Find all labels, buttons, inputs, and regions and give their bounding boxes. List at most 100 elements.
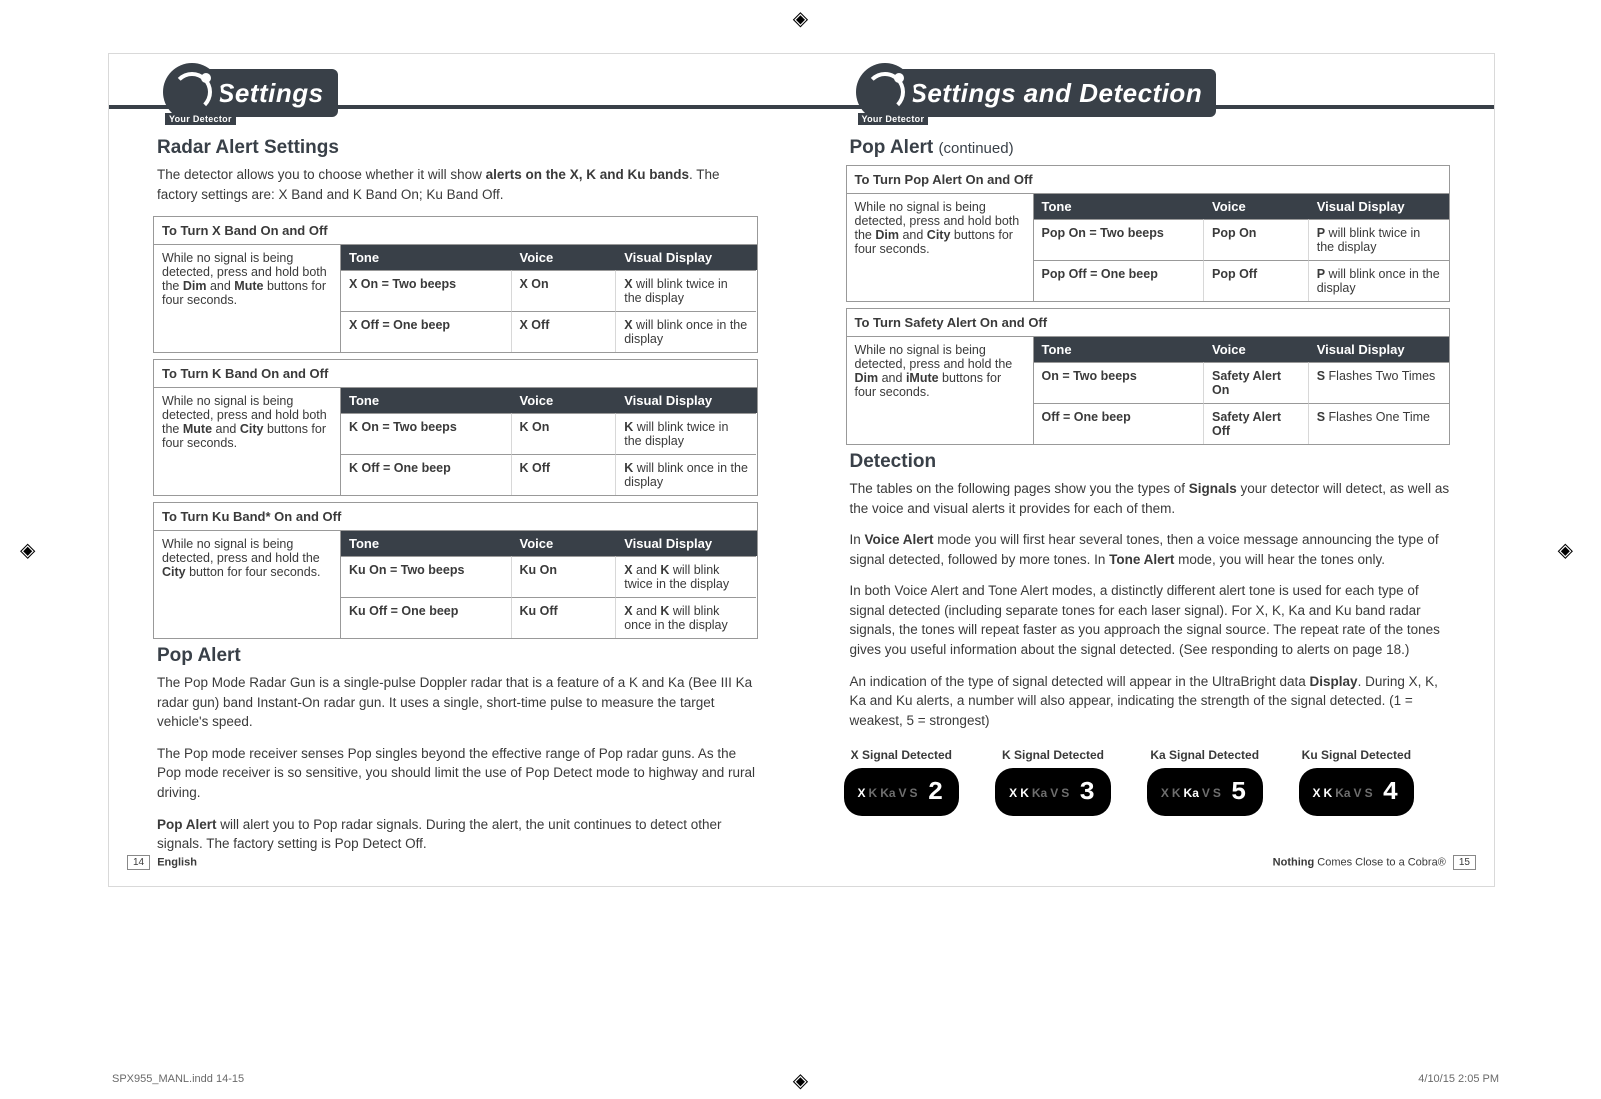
cell-display: K will blink twice in the display (616, 413, 756, 454)
cell-voice: X Off (512, 311, 617, 352)
col-head-display: Visual Display (616, 531, 756, 556)
table-instruction: While no signal is being detected, press… (154, 245, 341, 352)
pop-alert-heading: Pop Alert (157, 645, 764, 667)
col-head-display: Visual Display (616, 245, 756, 270)
col-head-tone: Tone (341, 531, 512, 556)
setting-table: To Turn X Band On and OffWhile no signal… (153, 216, 758, 353)
banner-title-right: Settings and Detection (910, 78, 1203, 109)
signal-chip: XKKaVS5 (1147, 768, 1263, 816)
signal-example: K Signal Detected XKKaVS3 (995, 748, 1111, 816)
crop-mark-top: ◈ (793, 6, 808, 31)
signal-chip: XKKaVS2 (844, 768, 960, 816)
col-head-tone: Tone (341, 245, 512, 270)
table-caption: To Turn X Band On and Off (154, 217, 757, 244)
page-spread: Your Detector Settings Radar Alert Setti… (108, 53, 1495, 887)
col-head-display: Visual Display (1309, 194, 1449, 219)
cell-tone: X On = Two beeps (341, 270, 512, 311)
cell-voice: Ku Off (512, 597, 617, 638)
cell-display: X will blink twice in the display (616, 270, 756, 311)
cell-display: S Flashes Two Times (1309, 362, 1449, 403)
cell-tone: Off = One beep (1034, 403, 1205, 444)
cell-voice: Ku On (512, 556, 617, 597)
cell-tone: Pop On = Two beeps (1034, 219, 1205, 260)
signal-examples-row: X Signal Detected XKKaVS2 K Signal Detecte… (844, 748, 1457, 816)
crop-mark-left: ◈ (20, 537, 35, 562)
cell-display: P will blink once in the display (1309, 260, 1449, 301)
radar-alert-heading: Radar Alert Settings (157, 137, 764, 159)
radar-alert-intro: The detector allows you to choose whethe… (157, 165, 764, 204)
banner-title-left: Settings (217, 78, 324, 109)
cell-voice: K Off (512, 454, 617, 495)
detection-p2: In Voice Alert mode you will first hear … (850, 530, 1457, 569)
cell-display: X and K will blink twice in the display (616, 556, 756, 597)
detection-p1: The tables on the following pages show y… (850, 479, 1457, 518)
cell-display: S Flashes One Time (1309, 403, 1449, 444)
signal-label: Ka Signal Detected (1147, 748, 1263, 762)
table-instruction: While no signal is being detected, press… (154, 388, 341, 495)
cell-voice: X On (512, 270, 617, 311)
pop-alert-p2: The Pop mode receiver senses Pop singles… (157, 744, 764, 803)
page-right: Your Detector Settings and Detection Pop… (802, 54, 1495, 886)
signal-strength-number: 4 (1383, 777, 1401, 807)
cell-display: K will blink once in the display (616, 454, 756, 495)
setting-table: To Turn Ku Band* On and OffWhile no sign… (153, 502, 758, 639)
cell-tone: K On = Two beeps (341, 413, 512, 454)
banner-left: Your Detector Settings (109, 69, 802, 119)
cell-display: X and K will blink once in the display (616, 597, 756, 638)
col-head-voice: Voice (512, 531, 617, 556)
signal-example: Ka Signal Detected XKKaVS5 (1147, 748, 1263, 816)
setting-table: To Turn Safety Alert On and OffWhile no … (846, 308, 1451, 445)
table-caption: To Turn Ku Band* On and Off (154, 503, 757, 530)
your-detector-label: Your Detector (858, 113, 929, 125)
col-head-voice: Voice (1204, 337, 1309, 362)
cell-display: X will blink once in the display (616, 311, 756, 352)
cell-voice: Pop On (1204, 219, 1309, 260)
cell-tone: Pop Off = One beep (1034, 260, 1205, 301)
signal-chip: XKKaVS3 (995, 768, 1111, 816)
detection-heading: Detection (850, 451, 1457, 473)
col-head-tone: Tone (341, 388, 512, 413)
your-detector-label: Your Detector (165, 113, 236, 125)
cell-tone: K Off = One beep (341, 454, 512, 495)
imprint-date: 4/10/15 2:05 PM (1418, 1073, 1499, 1085)
col-head-tone: Tone (1034, 194, 1205, 219)
col-head-voice: Voice (512, 245, 617, 270)
table-caption: To Turn Safety Alert On and Off (847, 309, 1450, 336)
cell-tone: Ku On = Two beeps (341, 556, 512, 597)
cell-voice: Safety Alert Off (1204, 403, 1309, 444)
signal-label: Ku Signal Detected (1299, 748, 1415, 762)
detection-p4: An indication of the type of signal dete… (850, 672, 1457, 731)
footer-right: Nothing Comes Close to a Cobra® 15 (1273, 855, 1480, 870)
col-head-tone: Tone (1034, 337, 1205, 362)
signal-example: X Signal Detected XKKaVS2 (844, 748, 960, 816)
table-caption: To Turn Pop Alert On and Off (847, 166, 1450, 193)
footer-left: 14 English (123, 855, 197, 870)
signal-label: X Signal Detected (844, 748, 960, 762)
signal-label: K Signal Detected (995, 748, 1111, 762)
cell-tone: X Off = One beep (341, 311, 512, 352)
col-head-display: Visual Display (1309, 337, 1449, 362)
imprint-file: SPX955_MANL.indd 14-15 (112, 1073, 244, 1085)
pop-alert-p3: Pop Alert will alert you to Pop radar si… (157, 815, 764, 854)
signal-strength-number: 3 (1079, 777, 1097, 807)
setting-table: To Turn Pop Alert On and OffWhile no sig… (846, 165, 1451, 302)
pop-alert-p1: The Pop Mode Radar Gun is a single-pulse… (157, 673, 764, 732)
cell-voice: Pop Off (1204, 260, 1309, 301)
setting-table: To Turn K Band On and OffWhile no signal… (153, 359, 758, 496)
table-instruction: While no signal is being detected, press… (847, 194, 1034, 301)
signal-strength-number: 5 (1231, 777, 1249, 807)
table-instruction: While no signal is being detected, press… (847, 337, 1034, 444)
cell-tone: Ku Off = One beep (341, 597, 512, 638)
detection-p3: In both Voice Alert and Tone Alert modes… (850, 581, 1457, 659)
signal-strength-number: 2 (928, 777, 946, 807)
page-left: Your Detector Settings Radar Alert Setti… (109, 54, 802, 886)
col-head-display: Visual Display (616, 388, 756, 413)
cell-voice: Safety Alert On (1204, 362, 1309, 403)
col-head-voice: Voice (512, 388, 617, 413)
cell-voice: K On (512, 413, 617, 454)
signal-example: Ku Signal DetectedXKKaVS4 (1299, 748, 1415, 816)
pop-alert-continued-heading: Pop Alert (continued) (850, 137, 1457, 159)
banner-right: Your Detector Settings and Detection (802, 69, 1495, 119)
table-caption: To Turn K Band On and Off (154, 360, 757, 387)
cell-tone: On = Two beeps (1034, 362, 1205, 403)
